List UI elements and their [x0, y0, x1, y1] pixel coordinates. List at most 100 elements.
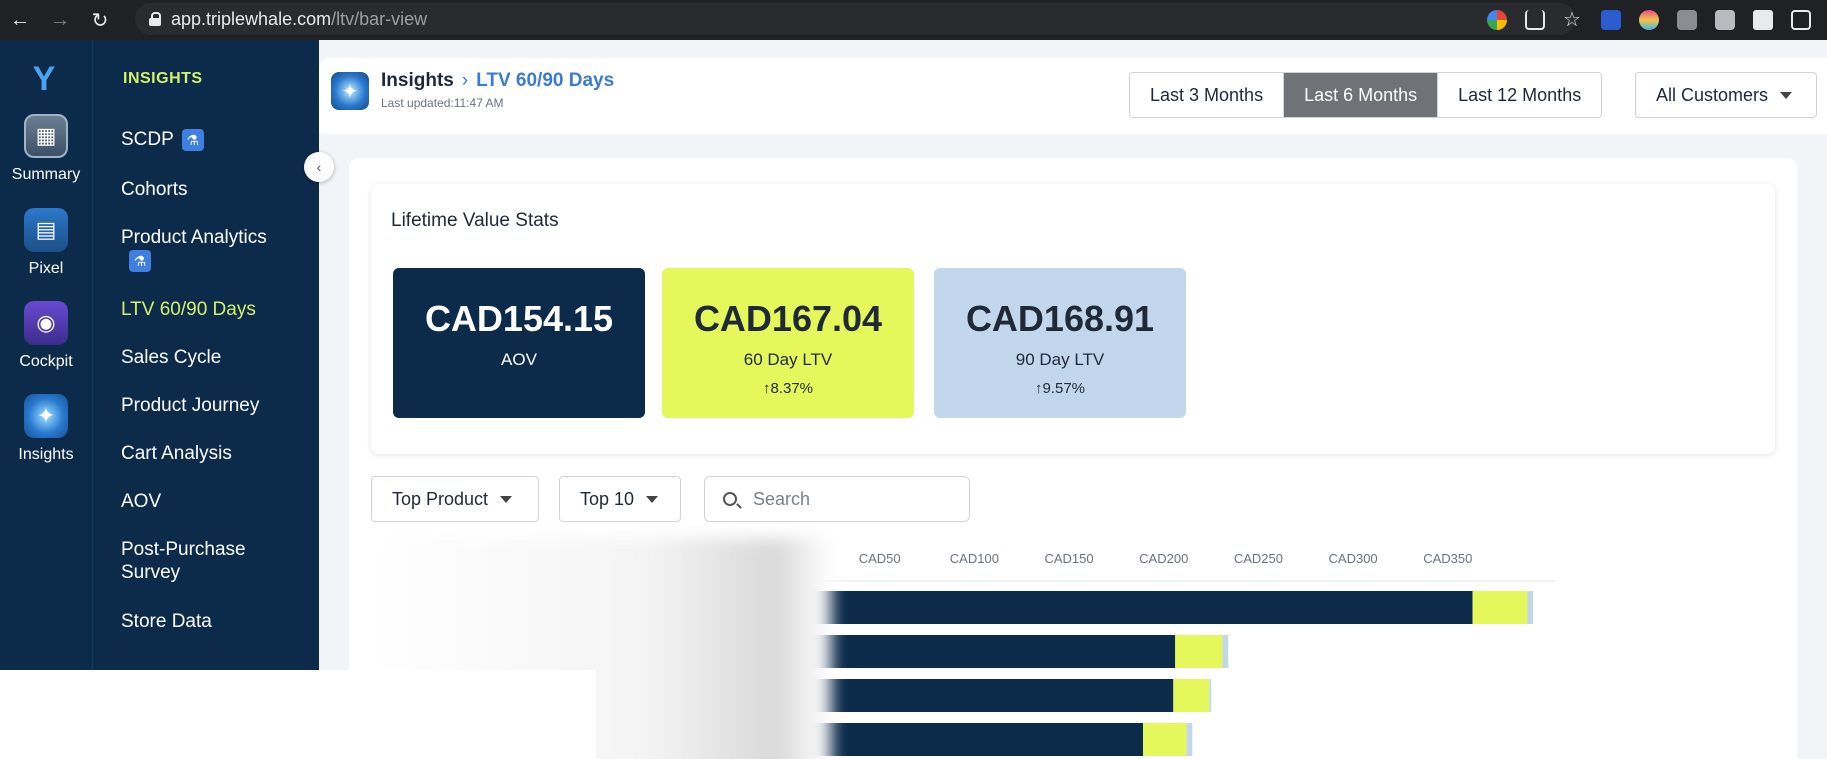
bar-segment-ltv60[interactable]: [1173, 679, 1210, 712]
top-n-dropdown[interactable]: Top 10: [559, 476, 681, 522]
extension-icons: ☆: [1487, 0, 1811, 40]
url-text: app.triplewhale.com/ltv/bar-view: [171, 8, 428, 29]
bar-segment-ltv60[interactable]: [1175, 635, 1223, 668]
rail-item-summary[interactable]: ▦ Summary: [0, 114, 92, 184]
subnav-item-ltv[interactable]: LTV 60/90 Days: [121, 298, 256, 321]
x-tick-label: CAD200: [1139, 551, 1188, 566]
breadcrumb: Insights › LTV 60/90 Days: [381, 70, 614, 92]
breadcrumb-current: LTV 60/90 Days: [476, 70, 615, 91]
lifetime-value-stats-card: Lifetime Value Stats CAD154.15 AOV CAD16…: [371, 184, 1775, 454]
x-tick-label: CAD150: [1044, 551, 1093, 566]
subnav-item-post-purchase-survey[interactable]: Post-Purchase Survey: [121, 538, 271, 584]
ltv60-value: CAD167.04: [693, 298, 883, 339]
insights-sparkle-icon: ✦: [331, 72, 369, 110]
subnav-item-label: Product Analytics: [121, 227, 267, 248]
address-bar[interactable]: app.triplewhale.com/ltv/bar-view: [135, 3, 1575, 35]
bar-segment-ltv90[interactable]: [1186, 723, 1193, 756]
subnav-item-sales-cycle[interactable]: Sales Cycle: [121, 346, 221, 369]
chevron-down-icon: [500, 495, 513, 503]
subnav-item-product-journey[interactable]: Product Journey: [121, 394, 259, 417]
subnav-title: INSIGHTS: [123, 70, 203, 87]
pixel-icon: ▤: [24, 208, 68, 252]
top-product-dropdown[interactable]: Top Product: [371, 476, 539, 522]
search-input[interactable]: [753, 488, 953, 510]
bar-segment-ltv90[interactable]: [1222, 635, 1229, 668]
insights-subnav: INSIGHTS SCDP ⚗ Cohorts Product Analytics…: [92, 40, 319, 670]
rail-item-pixel[interactable]: ▤ Pixel: [0, 208, 92, 278]
share-icon[interactable]: [1525, 10, 1545, 30]
top-product-dropdown-value: Top Product: [392, 488, 489, 509]
aov-label: AOV: [501, 350, 537, 369]
date-range-toggle: Last 3 Months Last 6 Months Last 12 Mont…: [1129, 72, 1603, 118]
range-12-months-button[interactable]: Last 12 Months: [1438, 73, 1602, 117]
ltv60-label: 60 Day LTV: [743, 350, 833, 369]
subnav-item-scdp[interactable]: SCDP ⚗: [121, 128, 204, 151]
x-tick-label: CAD300: [1329, 551, 1378, 566]
ltv90-change: ↑9.57%: [1034, 380, 1086, 397]
search-box: [704, 476, 970, 522]
hubspot-icon[interactable]: [1677, 10, 1697, 30]
bar-segment-ltv90[interactable]: [1209, 679, 1212, 712]
stats-title: Lifetime Value Stats: [391, 210, 559, 231]
star-icon[interactable]: ☆: [1563, 10, 1583, 30]
ltv60-change: ↑8.37%: [762, 380, 814, 397]
breadcrumb-root[interactable]: Insights: [381, 70, 454, 91]
beta-flask-icon: ⚗: [181, 128, 204, 151]
summary-icon: ▦: [24, 114, 68, 158]
bitwarden-icon[interactable]: [1601, 10, 1621, 30]
rail-item-insights[interactable]: ✦ Insights: [0, 394, 92, 464]
subnav-item-store-data[interactable]: Store Data: [121, 610, 212, 633]
aov-stat-tile: CAD154.15 AOV: [393, 268, 645, 418]
browser-toolbar: ← → ↻ app.triplewhale.com/ltv/bar-view ☆: [0, 0, 1827, 40]
search-icon: [723, 492, 737, 506]
beta-flask-icon: ⚗: [129, 249, 151, 272]
triple-whale-logo-icon[interactable]: Y: [22, 62, 66, 96]
content-card: CAD0CAD50CAD100CAD150CAD200CAD250CAD300C…: [349, 158, 1797, 759]
chevron-down-icon: [646, 495, 659, 503]
subnav-item-label: SCDP: [121, 129, 174, 150]
rail-item-cockpit[interactable]: ◉ Cockpit: [0, 301, 92, 371]
bar-segment-aov[interactable]: [787, 679, 1174, 712]
blank-overlay: [0, 670, 596, 759]
extension-icon[interactable]: [1715, 10, 1735, 30]
bar-segment-ltv60[interactable]: [1143, 723, 1187, 756]
google-icon[interactable]: [1487, 10, 1507, 30]
customers-dropdown[interactable]: All Customers: [1635, 72, 1817, 118]
page-header: ✦ Insights › LTV 60/90 Days Last updated:1…: [319, 58, 1827, 134]
bar-segment-ltv90[interactable]: [1527, 591, 1534, 624]
heart-extension-icon[interactable]: [1639, 10, 1659, 30]
subnav-item-cart-analysis[interactable]: Cart Analysis: [121, 442, 232, 465]
subnav-item-product-analytics[interactable]: Product Analytics⚗: [121, 226, 271, 272]
chevron-down-icon: [1780, 91, 1793, 99]
subnav-item-cohorts[interactable]: Cohorts: [121, 178, 188, 201]
puzzle-icon[interactable]: [1753, 10, 1773, 30]
breadcrumb-separator: ›: [461, 70, 469, 91]
lock-icon: [149, 12, 161, 26]
rail-item-label: Pixel: [28, 260, 64, 277]
back-arrow-icon[interactable]: ←: [0, 0, 40, 40]
ltv90-stat-tile: CAD168.91 90 Day LTV ↑9.57%: [934, 268, 1186, 418]
rail-item-label: Insights: [18, 446, 74, 463]
aov-value: CAD154.15: [424, 298, 614, 339]
insights-sparkle-icon: ✦: [24, 394, 68, 438]
sidebar-toggle-icon[interactable]: [1791, 10, 1811, 30]
bar-segment-aov[interactable]: [787, 635, 1176, 668]
cockpit-icon: ◉: [24, 301, 68, 345]
bar-segment-aov[interactable]: [787, 591, 1473, 624]
app-icon-rail: Y ▦ Summary ▤ Pixel ◉ Cockpit ✦ Insights: [0, 40, 92, 670]
collapse-sidebar-button[interactable]: ‹: [304, 152, 334, 182]
main-area: ✦ Insights › LTV 60/90 Days Last updated:1…: [319, 40, 1827, 759]
reload-icon[interactable]: ↻: [80, 0, 120, 40]
chevron-left-icon: ‹: [316, 159, 322, 175]
forward-arrow-icon[interactable]: →: [40, 0, 80, 40]
x-tick-label: CAD100: [950, 551, 999, 566]
customers-dropdown-value: All Customers: [1656, 84, 1769, 105]
bar-segment-ltv60[interactable]: [1472, 591, 1528, 624]
last-updated-text: Last updated:11:47 AM: [381, 96, 504, 110]
ltv90-label: 90 Day LTV: [1015, 350, 1105, 369]
subnav-item-aov[interactable]: AOV: [121, 490, 161, 513]
range-3-months-button[interactable]: Last 3 Months: [1130, 73, 1285, 117]
range-6-months-button[interactable]: Last 6 Months: [1284, 73, 1439, 117]
x-tick-label: CAD250: [1234, 551, 1283, 566]
bar-segment-aov[interactable]: [787, 723, 1144, 756]
